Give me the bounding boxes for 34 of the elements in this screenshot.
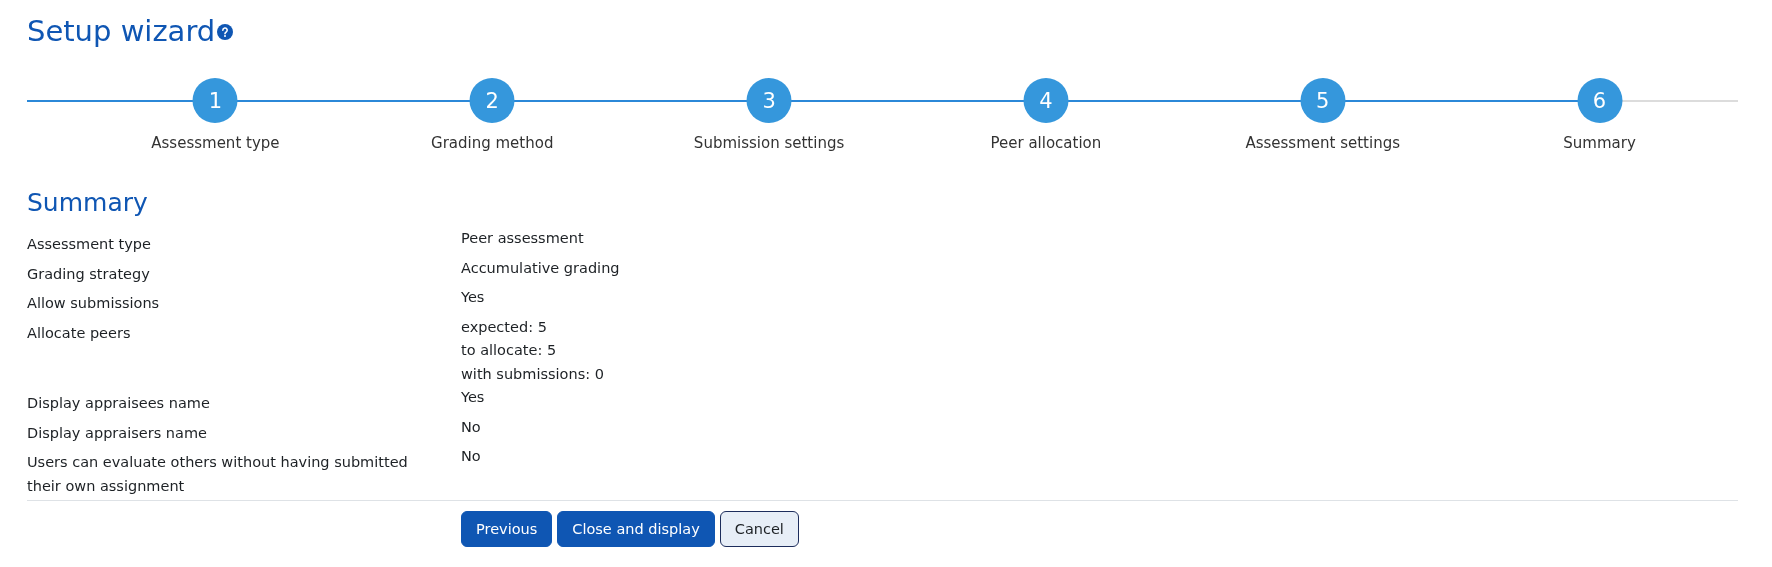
step-number[interactable]: 2 bbox=[469, 78, 515, 123]
field-value: Peer assessment bbox=[461, 229, 585, 248]
field-value: Yes bbox=[461, 388, 486, 407]
field-label: Display appraisees name bbox=[27, 394, 211, 413]
field-label: Users can evaluate others without having submitted their own assignment bbox=[27, 453, 409, 496]
field-label: Assessment type bbox=[27, 235, 152, 254]
step-label: Peer allocation bbox=[990, 134, 1102, 152]
step-number[interactable]: 1 bbox=[192, 78, 238, 123]
help-icon[interactable] bbox=[217, 24, 234, 40]
step-label: Submission settings bbox=[693, 134, 845, 152]
field-value: Accumulative grading bbox=[461, 258, 621, 278]
field-value: expected: 5 bbox=[461, 317, 548, 337]
section-title: Summary bbox=[27, 188, 149, 217]
field-value: to allocate: 5 bbox=[461, 341, 558, 360]
primary-button[interactable]: Close and display bbox=[557, 511, 715, 547]
field-value: No bbox=[461, 447, 482, 466]
field-value: Yes bbox=[461, 288, 486, 307]
step-number[interactable]: 3 bbox=[746, 78, 792, 123]
step-number[interactable]: 6 bbox=[1577, 78, 1623, 123]
step-number[interactable]: 4 bbox=[1023, 78, 1069, 123]
field-value: with submissions: 0 bbox=[461, 364, 605, 384]
step-label: Assessment settings bbox=[1245, 134, 1400, 152]
field-label: Grading strategy bbox=[27, 264, 151, 284]
step-number[interactable]: 5 bbox=[1300, 78, 1346, 123]
step-label: Assessment type bbox=[151, 134, 280, 152]
cancel-button[interactable]: Cancel bbox=[719, 511, 799, 547]
field-label: Allocate peers bbox=[27, 323, 132, 343]
step-label: Summary bbox=[1563, 134, 1636, 152]
step-label: Grading method bbox=[431, 134, 554, 152]
page-title: Setup wizard bbox=[27, 14, 216, 48]
field-label: Display appraisers name bbox=[27, 423, 208, 443]
field-label: Allow submissions bbox=[27, 294, 161, 313]
primary-button[interactable]: Previous bbox=[461, 511, 553, 547]
field-value: No bbox=[461, 417, 482, 437]
